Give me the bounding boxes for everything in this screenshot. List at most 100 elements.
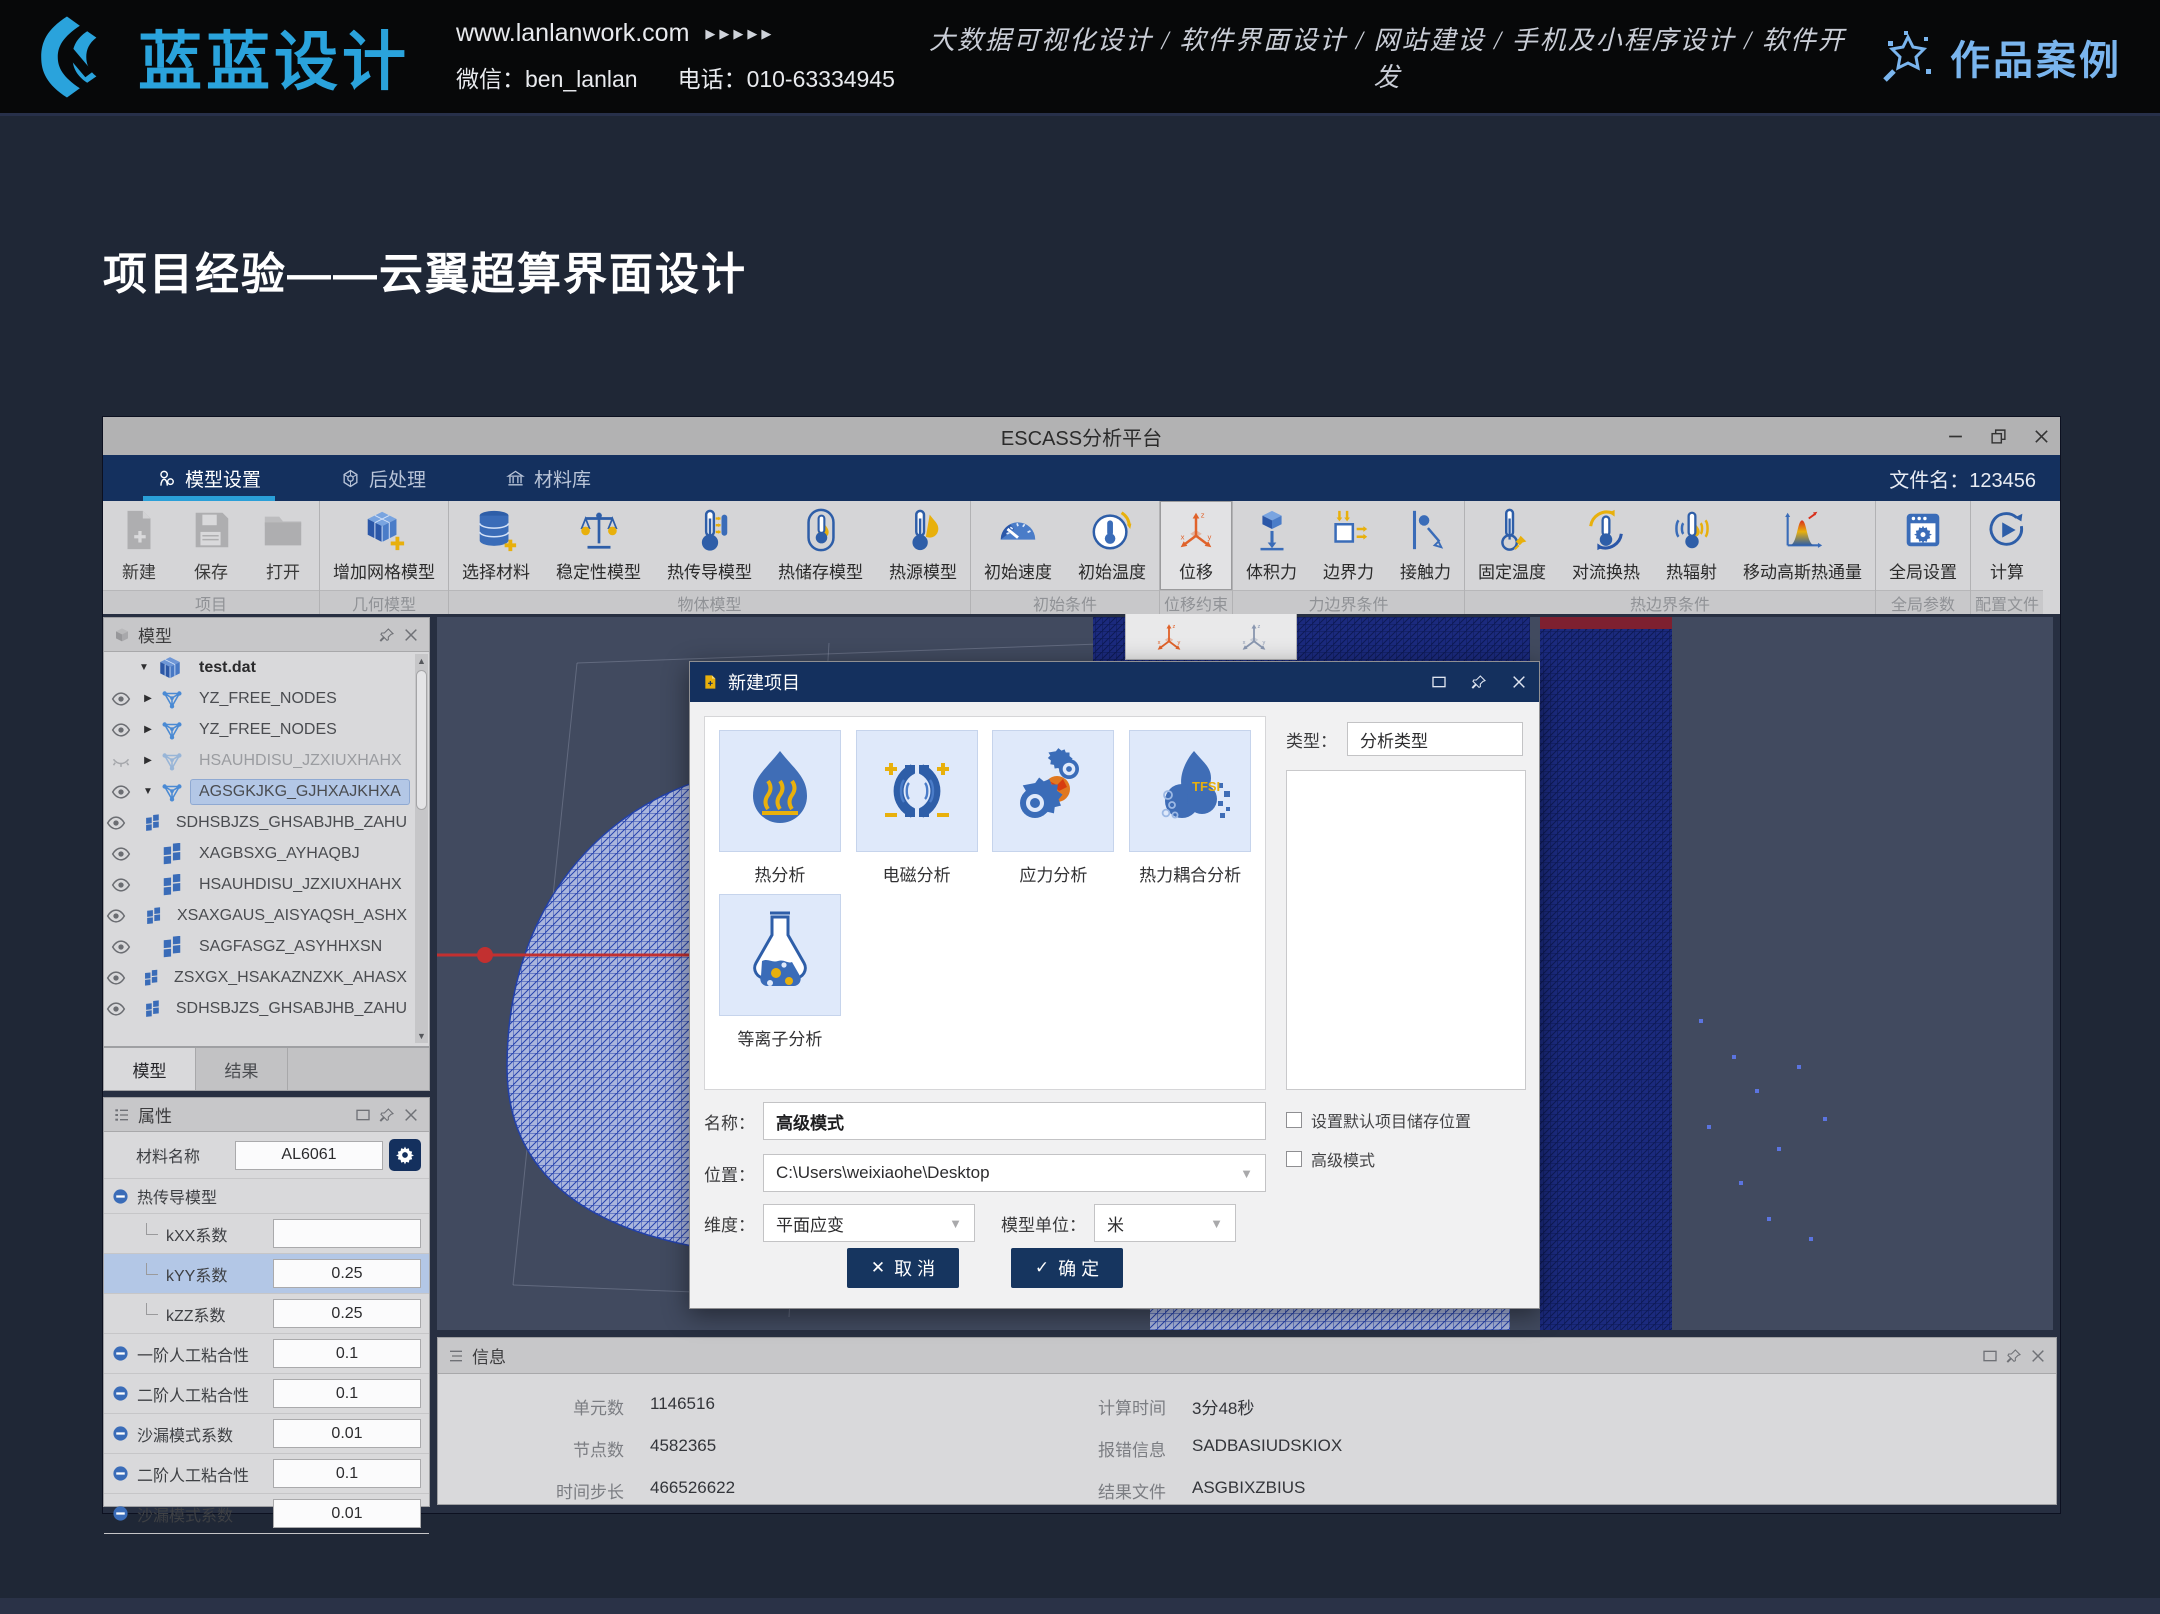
property-row[interactable]: 沙漏模式系数 0.01 — [104, 1494, 429, 1534]
contact-force-button[interactable]: 接触力 — [1387, 501, 1464, 590]
logo[interactable]: 蓝蓝设计 — [30, 11, 410, 103]
eye-open-icon[interactable] — [104, 813, 128, 833]
unit-dropdown[interactable]: 米 ▼ — [1094, 1204, 1236, 1242]
close-icon[interactable] — [1511, 674, 1527, 690]
float-icon[interactable] — [355, 1107, 371, 1123]
pin-icon[interactable] — [379, 627, 395, 643]
close-icon[interactable] — [403, 627, 419, 643]
property-row[interactable]: 二阶人工粘合性 0.1 — [104, 1374, 429, 1414]
default-location-checkbox-row[interactable]: 设置默认项目储存位置 — [1286, 1108, 1471, 1132]
property-row[interactable]: 一阶人工粘合性 0.1 — [104, 1334, 429, 1374]
tree-item[interactable]: HSAUHDISU_JZXIUXHAHX — [104, 869, 415, 900]
property-row[interactable]: 二阶人工粘合性 0.1 — [104, 1454, 429, 1494]
portfolio-link[interactable]: 作品案例 — [1880, 28, 2122, 86]
expander-down-icon[interactable]: ▼ — [134, 662, 154, 673]
tree-item[interactable]: ▶ YZ_FREE_NODES — [104, 714, 415, 745]
tree-item[interactable]: XSAXGAUS_AISYAQSH_ASHX — [104, 900, 415, 931]
site-url[interactable]: www.lanlanwork.com — [456, 19, 689, 48]
card-plasma-analysis[interactable]: 等离子分析 — [718, 894, 842, 1050]
material-name-input[interactable]: AL6061 — [235, 1141, 383, 1170]
float-icon[interactable] — [1982, 1348, 1998, 1364]
convection-button[interactable]: 对流换热 — [1559, 501, 1653, 590]
card-thermal-analysis[interactable]: 热分析 — [718, 730, 842, 886]
expander-down-icon[interactable]: ▼ — [138, 786, 158, 797]
collapse-icon[interactable] — [112, 1505, 129, 1522]
collapse-icon[interactable] — [112, 1345, 129, 1362]
save-button[interactable]: 保存 — [175, 501, 247, 590]
property-input[interactable]: 0.1 — [273, 1339, 421, 1368]
property-input[interactable]: 0.01 — [273, 1499, 421, 1528]
new-button[interactable]: 新建 — [103, 501, 175, 590]
property-row[interactable]: kZZ系数 0.25 — [104, 1294, 429, 1334]
tree-item[interactable]: XAGBSXG_AYHAQBJ — [104, 838, 415, 869]
close-button[interactable] — [2033, 428, 2050, 445]
compute-button[interactable]: 计算 — [1971, 501, 2043, 590]
collapse-icon[interactable] — [112, 1385, 129, 1402]
scrollbar-thumb[interactable] — [416, 670, 427, 810]
property-input[interactable]: 0.1 — [273, 1459, 421, 1488]
card-em-analysis[interactable]: 电磁分析 — [855, 730, 979, 886]
tree-item[interactable]: ▶ HSAUHDISU_JZXIUXHAHX — [104, 745, 415, 776]
eye-closed-icon[interactable] — [104, 751, 138, 771]
moving-gauss-flux-button[interactable]: 移动高斯热通量 — [1730, 501, 1875, 590]
kyy-input[interactable]: 0.25 — [273, 1259, 421, 1288]
select-material-button[interactable]: 选择材料 — [449, 501, 543, 590]
eye-open-icon[interactable] — [104, 937, 138, 957]
tree-item[interactable]: SDHSBJZS_GHSABJHB_ZAHU — [104, 807, 415, 838]
expander-right-icon[interactable]: ▶ — [138, 755, 158, 766]
property-input[interactable]: 0.01 — [273, 1419, 421, 1448]
displacement-button[interactable]: 位移 — [1160, 501, 1232, 590]
analysis-type-list[interactable] — [1286, 770, 1526, 1090]
minimize-button[interactable] — [1947, 428, 1964, 445]
heat-source-model-button[interactable]: 热源模型 — [876, 501, 970, 590]
restore-button[interactable] — [1990, 428, 2007, 445]
initial-temperature-button[interactable]: 初始温度 — [1065, 501, 1159, 590]
card-stress-analysis[interactable]: 应力分析 — [992, 730, 1116, 886]
property-input[interactable]: 0.1 — [273, 1379, 421, 1408]
collapse-icon[interactable] — [112, 1425, 129, 1442]
open-button[interactable]: 打开 — [247, 501, 319, 590]
analysis-type-input[interactable]: 分析类型 — [1347, 722, 1523, 756]
close-icon[interactable] — [403, 1107, 419, 1123]
property-group-row[interactable]: 热传导模型 — [104, 1179, 429, 1214]
xyz-axis-gray-option[interactable] — [1237, 620, 1271, 654]
eye-open-icon[interactable] — [104, 689, 138, 709]
pin-icon[interactable] — [1471, 674, 1487, 690]
eye-open-icon[interactable] — [104, 844, 138, 864]
advanced-mode-checkbox-row[interactable]: 高级模式 — [1286, 1147, 1471, 1171]
tree-item[interactable]: SAGFASGZ_ASYHHXSN — [104, 931, 415, 962]
collapse-icon[interactable] — [112, 1465, 129, 1482]
eye-open-icon[interactable] — [104, 720, 138, 740]
tree-item-selected[interactable]: ▼ AGSGKJKG_GJHXAJKHXA — [104, 776, 415, 807]
eye-open-icon[interactable] — [104, 999, 128, 1019]
checkbox-icon[interactable] — [1286, 1151, 1302, 1167]
float-icon[interactable] — [1431, 674, 1447, 690]
pin-icon[interactable] — [2006, 1348, 2022, 1364]
tab-model[interactable]: 模型 — [104, 1048, 196, 1090]
tab-model-setup[interactable]: 模型设置 — [131, 455, 287, 501]
add-mesh-model-button[interactable]: 增加网格模型 — [320, 501, 448, 590]
heat-storage-model-button[interactable]: 热储存模型 — [765, 501, 876, 590]
expander-right-icon[interactable]: ▶ — [138, 724, 158, 735]
eye-open-icon[interactable] — [104, 906, 128, 926]
project-path-dropdown[interactable]: C:\Users\weixiaohe\Desktop ▼ — [763, 1154, 1266, 1192]
pin-icon[interactable] — [379, 1107, 395, 1123]
close-icon[interactable] — [2030, 1348, 2046, 1364]
property-row[interactable]: 沙漏模式系数 0.01 — [104, 1414, 429, 1454]
tab-post-processing[interactable]: 后处理 — [315, 455, 452, 501]
xyz-axis-orange-option[interactable] — [1152, 620, 1186, 654]
collapse-icon[interactable] — [112, 1188, 129, 1205]
material-settings-button[interactable] — [389, 1139, 421, 1171]
dimension-dropdown[interactable]: 平面应变 ▼ — [763, 1204, 975, 1242]
property-row[interactable]: kXX系数 — [104, 1214, 429, 1254]
tree-item[interactable]: ▼ test.dat — [104, 652, 415, 683]
stability-model-button[interactable]: 稳定性模型 — [543, 501, 654, 590]
tab-material-library[interactable]: 材料库 — [480, 455, 617, 501]
boundary-force-button[interactable]: 边界力 — [1310, 501, 1387, 590]
property-row-selected[interactable]: kYY系数 0.25 — [104, 1254, 429, 1294]
tree-item[interactable]: ▶ YZ_FREE_NODES — [104, 683, 415, 714]
tree-item[interactable]: ZSXGX_HSAKAZNZXK_AHASX — [104, 962, 415, 993]
radiation-button[interactable]: 热辐射 — [1653, 501, 1730, 590]
global-settings-button[interactable]: 全局设置 — [1876, 501, 1970, 590]
card-thermal-coupling-analysis[interactable]: TFSI 热力耦合分析 — [1128, 730, 1252, 886]
